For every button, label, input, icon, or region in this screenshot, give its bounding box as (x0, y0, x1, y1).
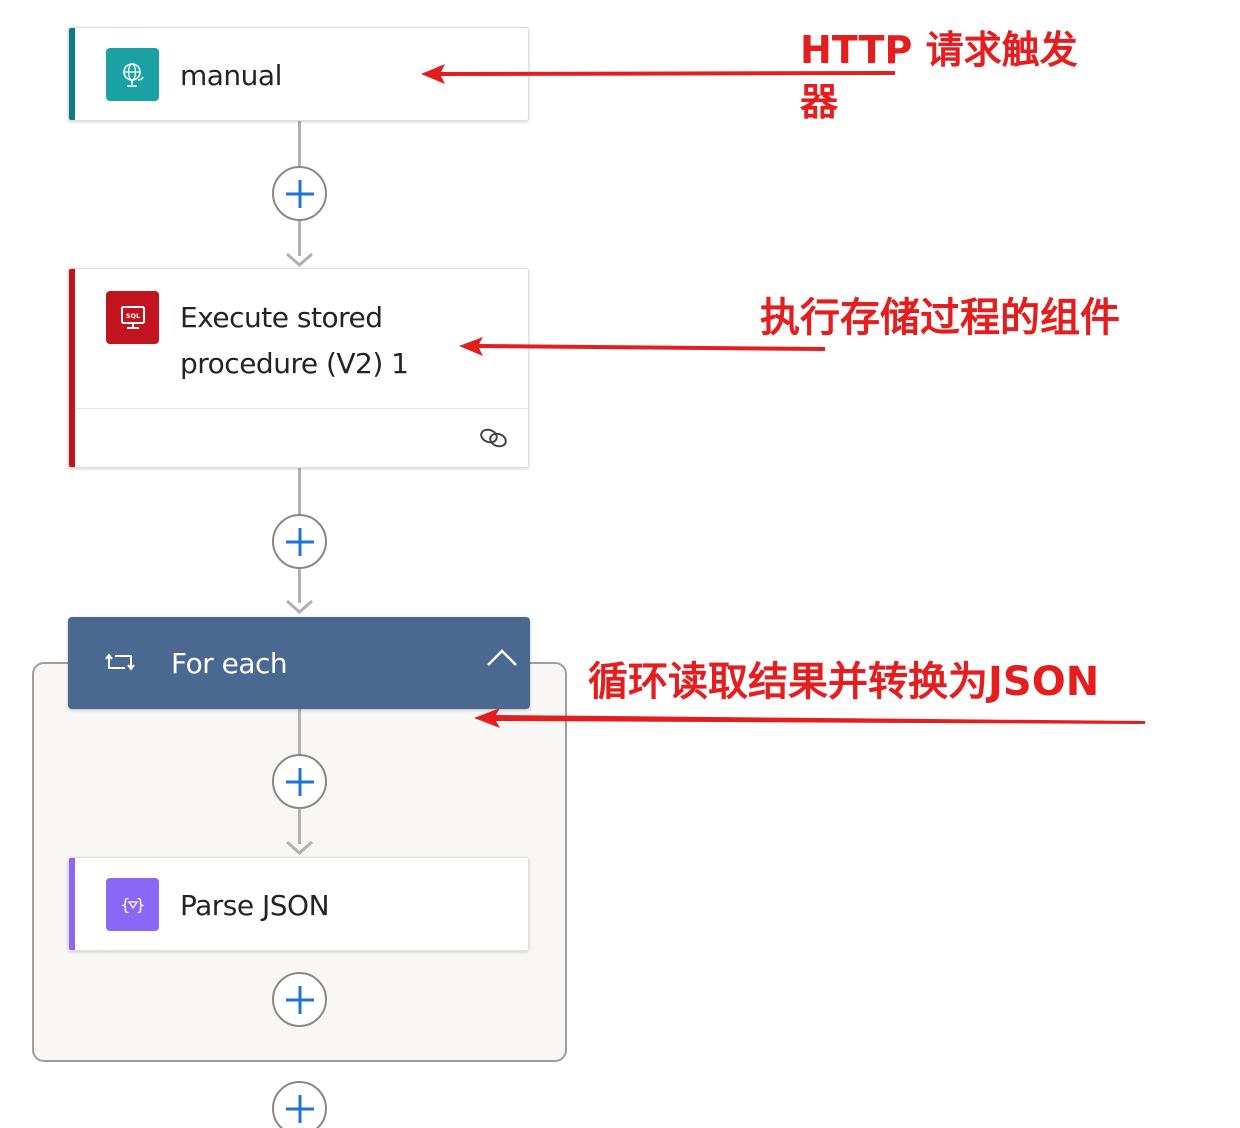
add-step-button[interactable] (272, 972, 327, 1027)
braces-filter-icon: { } (106, 878, 159, 931)
arrow-down-icon (286, 840, 313, 855)
loop-icon (105, 653, 135, 671)
link-icon[interactable] (478, 425, 510, 451)
action-title: Execute stored procedure (V2) 1 (180, 295, 409, 387)
annotation-arrow (421, 64, 895, 84)
accent-bar (69, 269, 75, 467)
annotation-foreach: 循环读取结果并转换为JSON (588, 659, 1100, 705)
foreach-header[interactable]: For each (68, 617, 530, 709)
plus-icon (285, 527, 314, 556)
svg-text:{ }: { } (120, 895, 145, 914)
card-divider (75, 408, 528, 409)
action-title-line1: Execute stored (180, 301, 383, 334)
http-globe-icon (106, 48, 159, 101)
arrow-down-icon (286, 599, 313, 614)
add-step-button[interactable] (272, 1081, 327, 1128)
action-card-execute-stored-procedure[interactable]: SQL Execute stored procedure (V2) 1 (68, 268, 529, 468)
plus-icon (285, 767, 314, 796)
accent-bar (69, 28, 75, 120)
chevron-up-icon[interactable] (486, 647, 518, 669)
action-title: Parse JSON (180, 889, 330, 922)
add-step-button[interactable] (272, 166, 327, 221)
svg-text:SQL: SQL (125, 312, 139, 320)
action-title-line2: procedure (V2) 1 (180, 347, 409, 380)
plus-icon (285, 985, 314, 1014)
sql-monitor-icon: SQL (106, 291, 159, 344)
add-step-button[interactable] (272, 754, 327, 809)
plus-icon (285, 1094, 314, 1123)
action-card-parse-json[interactable]: { } Parse JSON (68, 857, 529, 951)
annotation-arrow (474, 708, 1145, 728)
foreach-title: For each (171, 647, 288, 680)
plus-icon (285, 179, 314, 208)
annotation-arrow (459, 337, 825, 356)
trigger-title: manual (180, 59, 282, 92)
add-step-button[interactable] (272, 514, 327, 569)
accent-bar (69, 858, 75, 950)
arrow-down-icon (286, 252, 313, 267)
